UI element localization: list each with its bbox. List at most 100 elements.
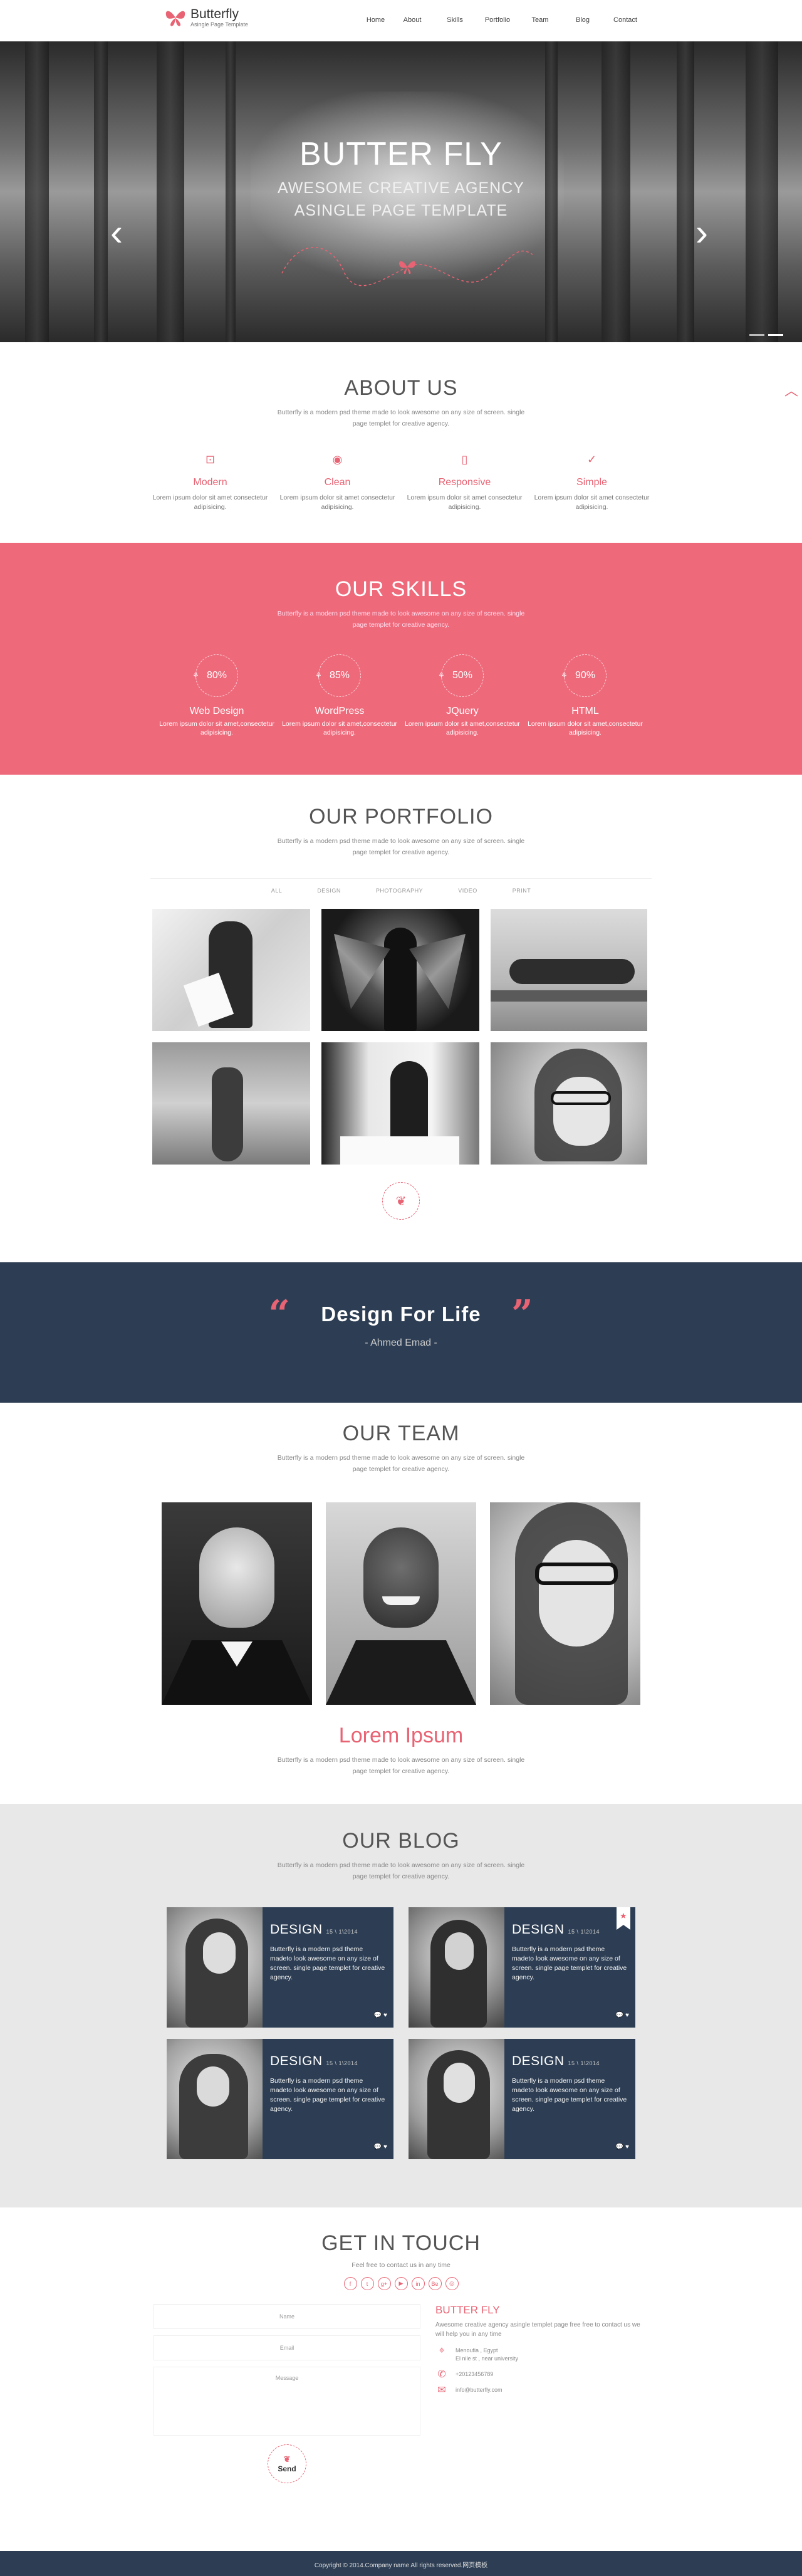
blog-post-image — [409, 1907, 504, 2028]
filter-photography[interactable]: PHOTOGRAPHY — [376, 887, 423, 894]
slider-dot-active[interactable] — [768, 334, 783, 336]
photo-figure — [212, 1067, 243, 1161]
filter-video[interactable]: VIDEO — [458, 887, 477, 894]
butterfly-icon: ⚘ — [438, 671, 445, 680]
google-plus-icon[interactable]: g+ — [377, 2277, 391, 2290]
blog-post[interactable]: DESIGN 15 \ 1\2014 Butterfly is a modern … — [167, 1907, 393, 2028]
blog-post[interactable]: DESIGN 15 \ 1\2014 Butterfly is a modern … — [167, 2039, 393, 2159]
social-links: f t g+ ▶ in Be ◎ — [0, 2277, 802, 2290]
photo-face — [199, 1527, 274, 1628]
blog-post-title: DESIGN 15 \ 1\2014 — [270, 1922, 386, 1937]
portfolio-grid — [152, 909, 650, 1165]
load-more-button[interactable]: ❦ — [382, 1182, 420, 1220]
skill-item: ⚘ 85% WordPress Lorem ipsum dolor sit ame… — [278, 654, 401, 737]
butterfly-icon: ❦ — [283, 2454, 291, 2464]
portfolio-item[interactable] — [152, 909, 310, 1031]
skill-value: 80% — [206, 670, 227, 681]
photo-face — [444, 2063, 475, 2103]
feature-title: Responsive — [438, 477, 491, 488]
nav-item-skills[interactable]: Skills — [434, 16, 476, 24]
blog-post-body: DESIGN 15 \ 1\2014 Butterfly is a modern … — [504, 2039, 635, 2159]
slider-prev-button[interactable]: ‹ — [110, 211, 123, 254]
brand-logo[interactable]: Butterfly Asingle Page Template — [164, 6, 248, 29]
butterfly-icon: ⚘ — [192, 671, 199, 680]
contact-phone: ✆ +20123456789 — [435, 2370, 648, 2380]
photo-figure — [384, 928, 417, 1031]
slider-dot[interactable] — [749, 334, 764, 336]
address-line-2: El nile st , near university — [456, 2355, 519, 2362]
portfolio-item[interactable] — [152, 1042, 310, 1165]
portfolio-item[interactable] — [321, 1042, 479, 1165]
blog-post[interactable]: DESIGN 15 \ 1\2014 Butterfly is a modern … — [409, 1907, 635, 2028]
feature-list: ⊡ Modern Lorem ipsum dolor sit amet cons… — [0, 453, 802, 512]
brand-tagline: Asingle Page Template — [190, 21, 248, 28]
slider-next-button[interactable]: › — [695, 211, 708, 254]
nav-menu: Home About Skills Portfolio Team Blog Co… — [360, 16, 647, 24]
butterfly-icon: ⚘ — [315, 671, 322, 680]
nav-item-home[interactable]: Home — [360, 16, 391, 24]
photo-face — [539, 1540, 614, 1647]
nav-item-contact[interactable]: Contact — [604, 16, 647, 24]
blog-post-meta[interactable]: 💬 ♥ — [374, 2012, 387, 2019]
email-address[interactable]: info@butterfly.com — [456, 2386, 503, 2394]
eye-icon: ◉ — [332, 453, 343, 466]
behance-icon[interactable]: Be — [428, 2277, 442, 2290]
send-button[interactable]: ❦ Send — [268, 2444, 306, 2483]
blog-post-heading: DESIGN — [512, 1922, 565, 1937]
nav-item-team[interactable]: Team — [519, 16, 561, 24]
slider-dots — [749, 334, 783, 336]
blog-post-date: 15 \ 1\2014 — [326, 1929, 358, 1935]
portfolio-item[interactable] — [491, 909, 647, 1031]
facebook-icon[interactable]: f — [343, 2277, 357, 2290]
portfolio-title: OUR PORTFOLIO — [309, 805, 493, 829]
butterfly-icon: ❦ — [395, 1194, 407, 1208]
blog-post-meta[interactable]: 💬 ♥ — [374, 2144, 387, 2150]
photo-face — [445, 1932, 474, 1970]
team-member-photo[interactable] — [326, 1502, 476, 1705]
blog-post[interactable]: DESIGN 15 \ 1\2014 Butterfly is a modern … — [409, 2039, 635, 2159]
quote-open-icon: “ — [268, 1292, 291, 1336]
portfolio-item[interactable] — [321, 909, 479, 1031]
nav-item-about[interactable]: About — [391, 16, 434, 24]
filter-design[interactable]: DESIGN — [317, 887, 341, 894]
nav-item-blog[interactable]: Blog — [561, 16, 604, 24]
hero-title: BUTTER FLY — [299, 136, 503, 172]
feature-text: Lorem ipsum dolor sit amet consectetur a… — [534, 494, 650, 511]
team-member-photo[interactable] — [162, 1502, 312, 1705]
filter-all[interactable]: ALL — [271, 887, 283, 894]
skill-text: Lorem ipsum dolor sit amet,consectetur a… — [405, 720, 520, 736]
blog-post-meta[interactable]: 💬 ♥ — [616, 2012, 629, 2019]
scroll-up-icon[interactable]: ︿ — [784, 380, 798, 400]
contact-address: ⌖ Menoufia , Egypt El nile st , near uni… — [435, 2346, 648, 2363]
blog-post-meta[interactable]: 💬 ♥ — [616, 2144, 629, 2150]
photo-face — [197, 2066, 229, 2107]
skills-title: OUR SKILLS — [335, 577, 467, 601]
blog-post-heading: DESIGN — [270, 2054, 323, 2068]
blog-post-excerpt: Butterfly is a modern psd theme madeto l… — [512, 1945, 627, 1981]
feature-item: ✓ Simple Lorem ipsum dolor sit amet cons… — [528, 453, 655, 512]
email-field[interactable]: Email — [154, 2335, 420, 2360]
filter-print[interactable]: PRINT — [513, 887, 531, 894]
blog-post-excerpt: Butterfly is a modern psd theme madeto l… — [270, 2077, 385, 2113]
portfolio-item[interactable] — [491, 1042, 647, 1165]
copyright-text: Copyright © 2014.Company name All rights… — [314, 2562, 488, 2569]
feature-item: ◉ Clean Lorem ipsum dolor sit amet conse… — [274, 453, 401, 512]
skill-text: Lorem ipsum dolor sit amet,consectetur a… — [282, 720, 397, 736]
linkedin-icon[interactable]: in — [411, 2277, 425, 2290]
photo-face — [203, 1932, 236, 1974]
twitter-icon[interactable]: t — [360, 2277, 374, 2290]
photo-glasses — [551, 1091, 611, 1105]
instagram-icon[interactable]: ◎ — [445, 2277, 459, 2290]
name-field[interactable]: Name — [154, 2304, 420, 2329]
phone-number[interactable]: +20123456789 — [456, 2370, 493, 2379]
message-field[interactable]: Message — [154, 2367, 420, 2436]
feature-text: Lorem ipsum dolor sit amet consectetur a… — [279, 494, 395, 511]
nav-item-portfolio[interactable]: Portfolio — [476, 16, 519, 24]
hero-slider: BUTTER FLY AWESOME CREATIVE AGENCY ASING… — [0, 41, 802, 342]
feature-item: ▯ Responsive Lorem ipsum dolor sit amet … — [401, 453, 528, 512]
blog-post-image — [167, 2039, 263, 2159]
butterfly-icon — [165, 11, 185, 26]
team-member-photo[interactable] — [490, 1502, 640, 1705]
skill-circle: ⚘ 80% — [192, 654, 238, 697]
youtube-icon[interactable]: ▶ — [394, 2277, 408, 2290]
